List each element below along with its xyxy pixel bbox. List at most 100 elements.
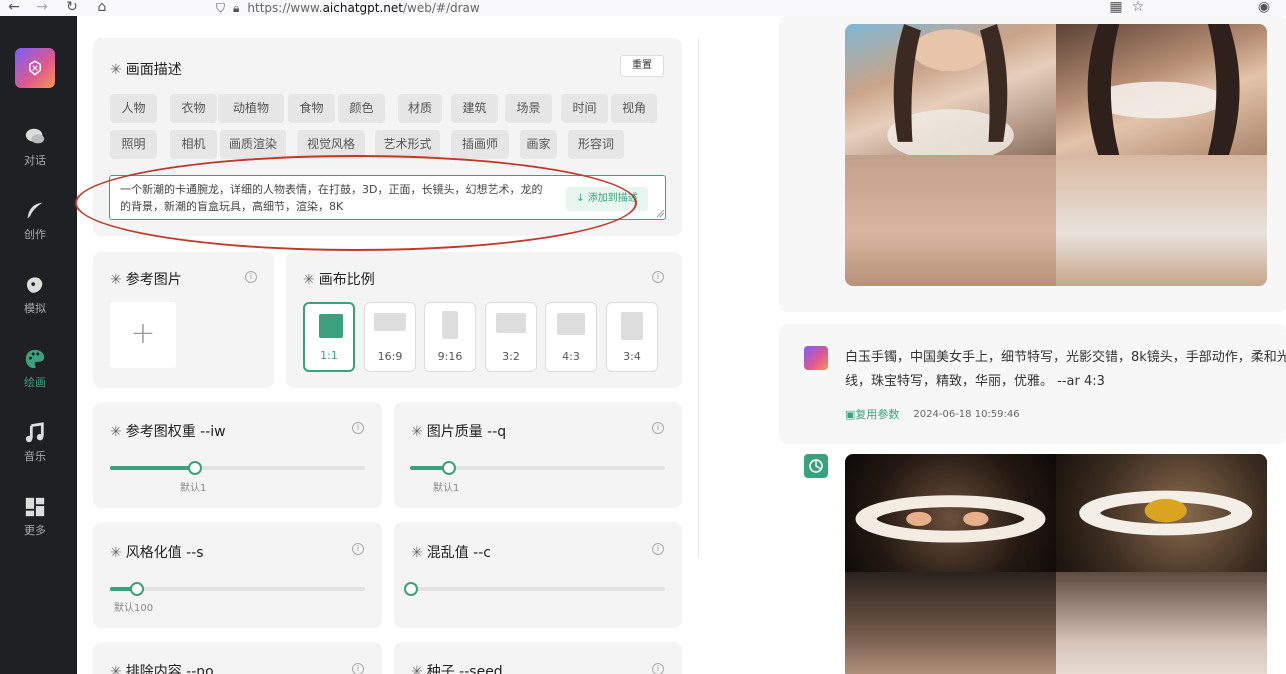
sidebar-item-more[interactable]: 更多 <box>0 496 70 538</box>
generated-image[interactable] <box>1056 24 1267 155</box>
reload-icon[interactable]: ↻ <box>62 0 82 16</box>
url-text: https://www.aichatgpt.net/web/#/draw <box>247 1 480 15</box>
sidebar-item-chat[interactable]: 对话 <box>0 126 70 168</box>
ratio-label: 9:16 <box>437 350 463 363</box>
account-icon[interactable]: ◉ <box>1254 0 1274 16</box>
tag-button[interactable]: 视角 <box>611 94 657 123</box>
slider-knob[interactable] <box>404 582 418 596</box>
sidebar-item-label: 音乐 <box>24 450 46 463</box>
generated-image[interactable] <box>845 454 1056 572</box>
c-slider[interactable] <box>404 582 665 596</box>
info-icon[interactable]: i <box>245 271 257 283</box>
info-icon[interactable]: i <box>352 663 364 674</box>
slider-knob[interactable] <box>129 582 144 596</box>
q-title: ✳ 图片质量 --q <box>411 424 507 440</box>
ratio-option[interactable]: 16:9 <box>364 302 416 372</box>
q-hint: 默认1 <box>433 483 460 494</box>
tag-button[interactable]: 视觉风格 <box>297 130 365 159</box>
prompt-line: 线，珠宝特写，精致，华丽，优雅。 --ar 4:3 <box>845 374 1105 389</box>
palette-icon <box>25 349 45 369</box>
forward-arrow-icon[interactable]: → <box>32 0 52 16</box>
sidebar-item-label: 创作 <box>24 228 46 241</box>
seed-title: ✳ 种子 --seed <box>411 664 503 674</box>
ratio-option[interactable]: 4:3 <box>545 302 597 372</box>
tag-button[interactable]: 场景 <box>505 94 552 123</box>
tag-button[interactable]: 画质渲染 <box>220 130 286 159</box>
info-icon[interactable]: i <box>652 422 664 434</box>
back-arrow-icon[interactable]: ← <box>4 0 24 16</box>
generated-image[interactable] <box>845 155 1056 286</box>
s-title: ✳ 风格化值 --s <box>110 545 204 561</box>
ratio-option[interactable]: 9:16 <box>424 302 476 372</box>
reset-button[interactable]: 重置 <box>620 55 664 77</box>
info-icon[interactable]: i <box>652 663 664 674</box>
add-to-description-button[interactable]: ↓ 添加到描述 <box>566 187 648 211</box>
music-icon <box>25 422 44 443</box>
info-icon[interactable]: i <box>652 543 664 555</box>
ratio-option[interactable]: 1:1 <box>303 302 355 372</box>
info-icon[interactable]: i <box>652 271 664 283</box>
sidebar-item-create[interactable]: 创作 <box>0 200 70 242</box>
lock-icon: 🔒︎ <box>233 1 240 15</box>
generated-image-grid-1[interactable] <box>845 24 1267 286</box>
mask-icon <box>26 277 43 293</box>
description-title: ✳ 画面描述 <box>110 62 182 78</box>
q-slider[interactable] <box>410 461 665 475</box>
chat-icon <box>25 128 45 144</box>
sidebar-item-label: 模拟 <box>24 302 46 315</box>
generated-image[interactable] <box>1056 454 1267 572</box>
ratio-label: 3:2 <box>502 350 520 363</box>
ratio-shape-icon <box>496 313 526 333</box>
resize-handle-icon <box>656 209 665 218</box>
c-card <box>394 522 682 628</box>
tag-button[interactable]: 衣物 <box>170 94 217 123</box>
qr-code-icon[interactable]: ▦ <box>1106 0 1126 16</box>
reference-title: ✳ 参考图片 <box>110 272 182 288</box>
generated-image[interactable] <box>1056 155 1267 286</box>
info-icon[interactable]: i <box>352 543 364 555</box>
tag-button[interactable]: 照明 <box>110 130 157 159</box>
sidebar-item-label: 绘画 <box>24 376 46 389</box>
user-avatar <box>804 346 828 370</box>
copy-icon: ▣ <box>845 408 856 421</box>
tag-button[interactable]: 艺术形式 <box>375 130 440 159</box>
sidebar-item-music[interactable]: 音乐 <box>0 422 70 464</box>
ratio-option[interactable]: 3:4 <box>606 302 658 372</box>
sidebar-item-simulate[interactable]: 模拟 <box>0 274 70 316</box>
tag-button[interactable]: 人物 <box>110 94 157 123</box>
tag-button[interactable]: 插画师 <box>451 130 509 159</box>
iw-slider[interactable] <box>110 461 365 475</box>
upload-image-button[interactable]: + <box>110 302 176 368</box>
iw-hint: 默认1 <box>180 483 207 494</box>
prompt-message: 白玉手镯，中国美女手上，细节特写，光影交错，8k镜头，手部动作，柔和光 线，珠宝… <box>845 346 1286 394</box>
sidebar-item-draw[interactable]: 绘画 <box>0 348 70 390</box>
address-bar[interactable]: ⛉ 🔒︎ https://www.aichatgpt.net/web/#/dra… <box>216 0 480 16</box>
tag-button[interactable]: 建筑 <box>451 94 498 123</box>
generated-image-grid-2[interactable] <box>845 454 1267 674</box>
timestamp: 2024-06-18 10:59:46 <box>913 408 1020 420</box>
ratio-title: ✳ 画布比例 <box>303 272 375 288</box>
ratio-shape-icon <box>319 314 343 338</box>
tag-button[interactable]: 颜色 <box>338 94 385 123</box>
ratio-option[interactable]: 3:2 <box>485 302 537 372</box>
ratio-label: 3:4 <box>623 350 641 363</box>
info-icon[interactable]: i <box>352 422 364 434</box>
generated-image[interactable] <box>1056 572 1267 674</box>
tag-button[interactable]: 相机 <box>170 130 217 159</box>
tag-button[interactable]: 动植物 <box>218 94 284 123</box>
app-logo[interactable] <box>15 48 55 88</box>
tag-button[interactable]: 形容词 <box>568 130 624 159</box>
s-slider[interactable] <box>110 582 365 596</box>
tag-button[interactable]: 食物 <box>288 94 335 123</box>
tag-button[interactable]: 时间 <box>561 94 608 123</box>
browser-toolbar: ← → ↻ ⌂ ⛉ 🔒︎ https://www.aichatgpt.net/w… <box>0 0 1286 16</box>
tag-button[interactable]: 画家 <box>520 130 557 159</box>
ratio-shape-icon <box>442 311 458 339</box>
logo-icon <box>29 60 41 76</box>
generated-image[interactable] <box>845 572 1056 674</box>
tag-button[interactable]: 材质 <box>398 94 442 123</box>
reuse-params-button[interactable]: ▣复用参数 <box>845 406 899 422</box>
bookmark-star-icon[interactable]: ☆ <box>1128 0 1148 16</box>
generated-image[interactable] <box>845 24 1056 155</box>
home-icon[interactable]: ⌂ <box>92 0 112 16</box>
